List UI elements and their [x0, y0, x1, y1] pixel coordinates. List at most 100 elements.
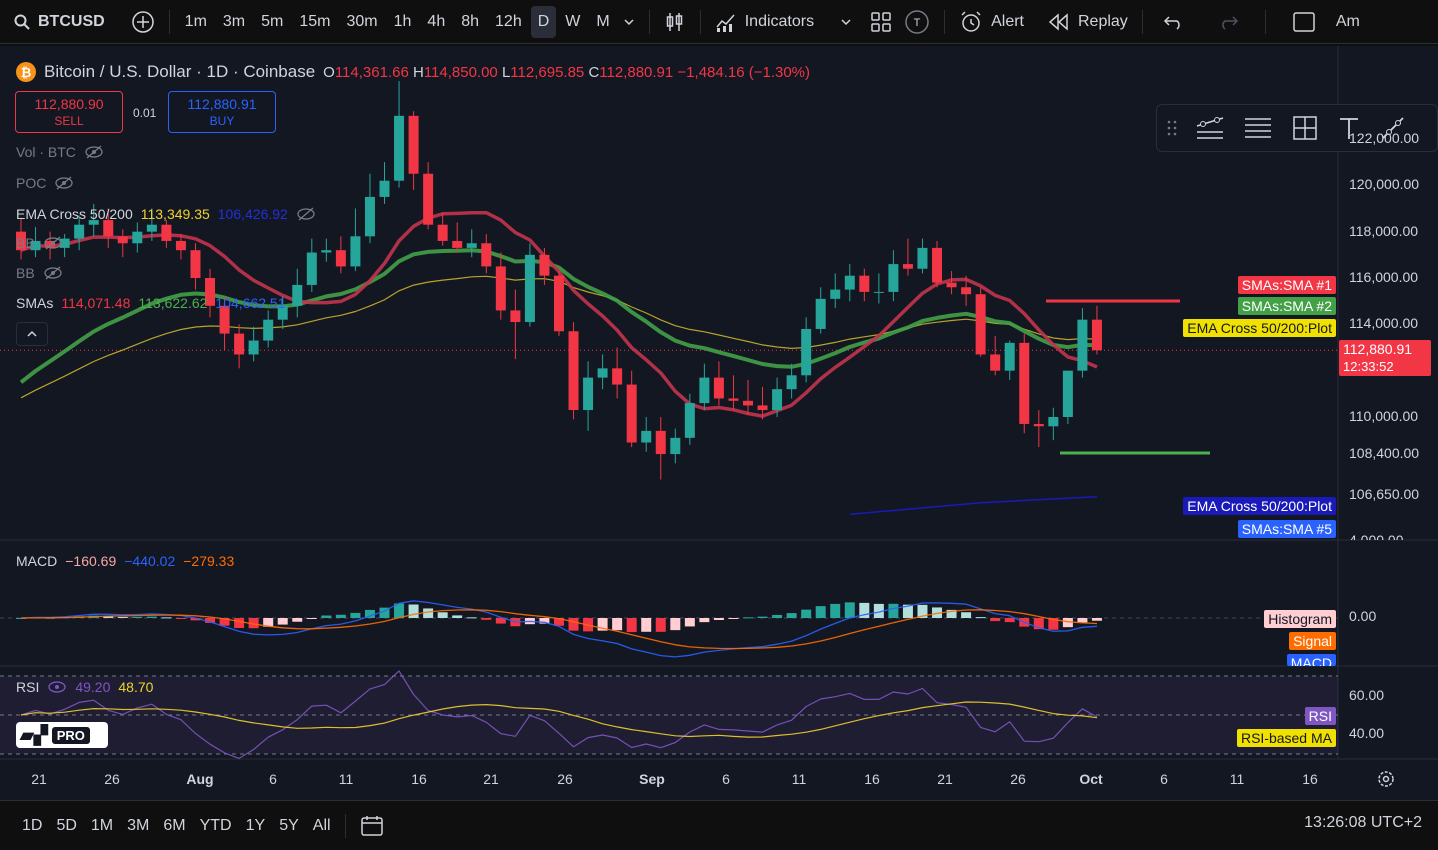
fib-icon[interactable] — [1243, 114, 1273, 142]
patterns-icon[interactable] — [1291, 114, 1319, 142]
interval-30m[interactable]: 30m — [340, 6, 385, 38]
range-5y[interactable]: 5Y — [273, 817, 305, 835]
drag-handle-icon[interactable] — [1167, 119, 1177, 137]
macd-value-3: −279.33 — [183, 553, 235, 569]
eye-off-icon[interactable] — [84, 145, 104, 159]
collapse-legend-button[interactable] — [16, 322, 48, 346]
candle-body — [946, 282, 957, 288]
candle-body — [234, 333, 245, 355]
indicator-poc[interactable]: POC — [16, 175, 74, 191]
interval-12h[interactable]: 12h — [488, 6, 529, 38]
indicators-icon — [716, 14, 735, 32]
layouts-button[interactable] — [864, 6, 898, 38]
time-tick-label: 6 — [1160, 771, 1168, 787]
macd-histogram-bar — [568, 618, 579, 631]
candle-body — [1077, 319, 1088, 371]
macd-histogram-bar — [466, 617, 477, 619]
order-quantity[interactable]: 0.01 — [133, 106, 156, 120]
interval-15m[interactable]: 15m — [292, 6, 337, 38]
last-price-value: 112,880.91 — [1343, 341, 1413, 358]
range-ytd[interactable]: YTD — [194, 817, 238, 835]
ema-value-50: 113,349.35 — [140, 206, 210, 222]
replay-button[interactable]: Replay — [1042, 6, 1134, 38]
candle-body — [146, 224, 157, 232]
macd-tick-label: 0.00 — [1349, 608, 1377, 624]
settings-gear-icon[interactable] — [1378, 771, 1394, 787]
date-range-button[interactable] — [354, 810, 390, 842]
candle-body — [364, 196, 375, 237]
eye-off-icon[interactable] — [43, 266, 63, 280]
fullscreen-button[interactable]: Am — [1286, 6, 1366, 38]
eye-off-icon[interactable] — [54, 176, 74, 190]
interval-4h[interactable]: 4h — [420, 6, 452, 38]
price-tick-label: 110,000.00 — [1349, 408, 1419, 424]
eye-off-icon[interactable] — [296, 207, 316, 221]
time-tick-label: 11 — [791, 771, 807, 787]
eye-icon[interactable] — [47, 680, 67, 694]
range-6m[interactable]: 6M — [157, 817, 191, 835]
indicator-macd[interactable]: MACD −160.69 −440.02 −279.33 — [16, 553, 234, 569]
candle-body — [990, 354, 1001, 371]
interval-D[interactable]: D — [530, 5, 557, 38]
buy-button[interactable]: 112,880.91 BUY — [168, 91, 276, 133]
indicator-bb-1[interactable]: BB — [16, 235, 63, 251]
compare-button[interactable] — [125, 6, 161, 38]
macd-histogram-bar — [437, 612, 448, 618]
chart-type-button[interactable] — [658, 6, 692, 38]
interval-dropdown[interactable] — [617, 6, 641, 38]
tradingview-logo[interactable]: ▰▞ PRO — [16, 722, 108, 748]
chart-canvas[interactable] — [0, 46, 1438, 800]
interval-3m[interactable]: 3m — [216, 6, 252, 38]
eye-off-icon[interactable] — [43, 236, 63, 250]
range-3m[interactable]: 3M — [121, 817, 155, 835]
high-value: 114,850.00 — [423, 63, 498, 81]
indicator-ema-cross[interactable]: EMA Cross 50/200 113,349.35 106,426.92 — [16, 206, 316, 222]
ema-200-line — [849, 495, 1097, 516]
candle-body — [553, 275, 564, 332]
symbol-search[interactable]: BTCUSD — [0, 6, 111, 38]
price-tick-label: 108,400.00 — [1349, 445, 1420, 462]
trend-lines-icon[interactable] — [1195, 114, 1225, 142]
sma-5-tag: SMAs:SMA #5 — [1237, 520, 1336, 538]
redo-button[interactable] — [1211, 6, 1245, 38]
divider — [1264, 9, 1266, 34]
candle-body — [699, 377, 710, 404]
interval-1h[interactable]: 1h — [387, 6, 419, 38]
clock[interactable]: 13:26:08 UTC+2 — [1304, 814, 1422, 832]
interval-M[interactable]: M — [589, 6, 616, 38]
macd-histogram-bar — [772, 614, 783, 618]
candle-body — [902, 264, 913, 269]
interval-W[interactable]: W — [558, 6, 587, 38]
sell-label: SELL — [54, 114, 84, 128]
range-1d[interactable]: 1D — [16, 817, 48, 835]
candle-body — [583, 377, 594, 411]
templates-button[interactable]: T — [898, 6, 936, 38]
candle-body — [117, 236, 128, 244]
indicators-dropdown[interactable] — [834, 6, 858, 38]
range-5d[interactable]: 5D — [50, 817, 82, 835]
macd-histogram-bar — [670, 618, 681, 631]
indicators-button[interactable]: Indicators — [709, 6, 820, 38]
indicator-bb-2[interactable]: BB — [16, 265, 63, 281]
chart-area[interactable]: ₿ Bitcoin / U.S. Dollar · 1D · Coinbase … — [0, 46, 1438, 800]
macd-histogram-bar — [1004, 618, 1015, 623]
indicator-vol[interactable]: Vol · BTC — [16, 144, 104, 160]
interval-8h[interactable]: 8h — [454, 6, 486, 38]
ema-value-200: 106,426.92 — [217, 206, 288, 222]
time-tick-label: 26 — [557, 771, 573, 787]
macd-tag: MACD — [1286, 654, 1336, 666]
range-1y[interactable]: 1Y — [240, 817, 272, 835]
undo-button[interactable] — [1157, 6, 1191, 38]
indicator-smas[interactable]: SMAs 114,071.48 113,622.62 104,662.51 — [16, 295, 285, 311]
range-all[interactable]: All — [307, 817, 337, 835]
alarm-clock-icon — [961, 10, 981, 32]
sell-button[interactable]: 112,880.90 SELL — [15, 91, 123, 133]
alert-button[interactable]: Alert — [953, 6, 1030, 38]
candle-body — [306, 252, 317, 285]
indicator-rsi[interactable]: RSI 49.20 48.70 — [16, 679, 153, 695]
smas-label: SMAs — [16, 295, 54, 311]
range-1m[interactable]: 1M — [85, 817, 119, 835]
interval-1m[interactable]: 1m — [178, 6, 214, 38]
interval-5m[interactable]: 5m — [254, 6, 290, 38]
candle-body — [772, 389, 783, 411]
